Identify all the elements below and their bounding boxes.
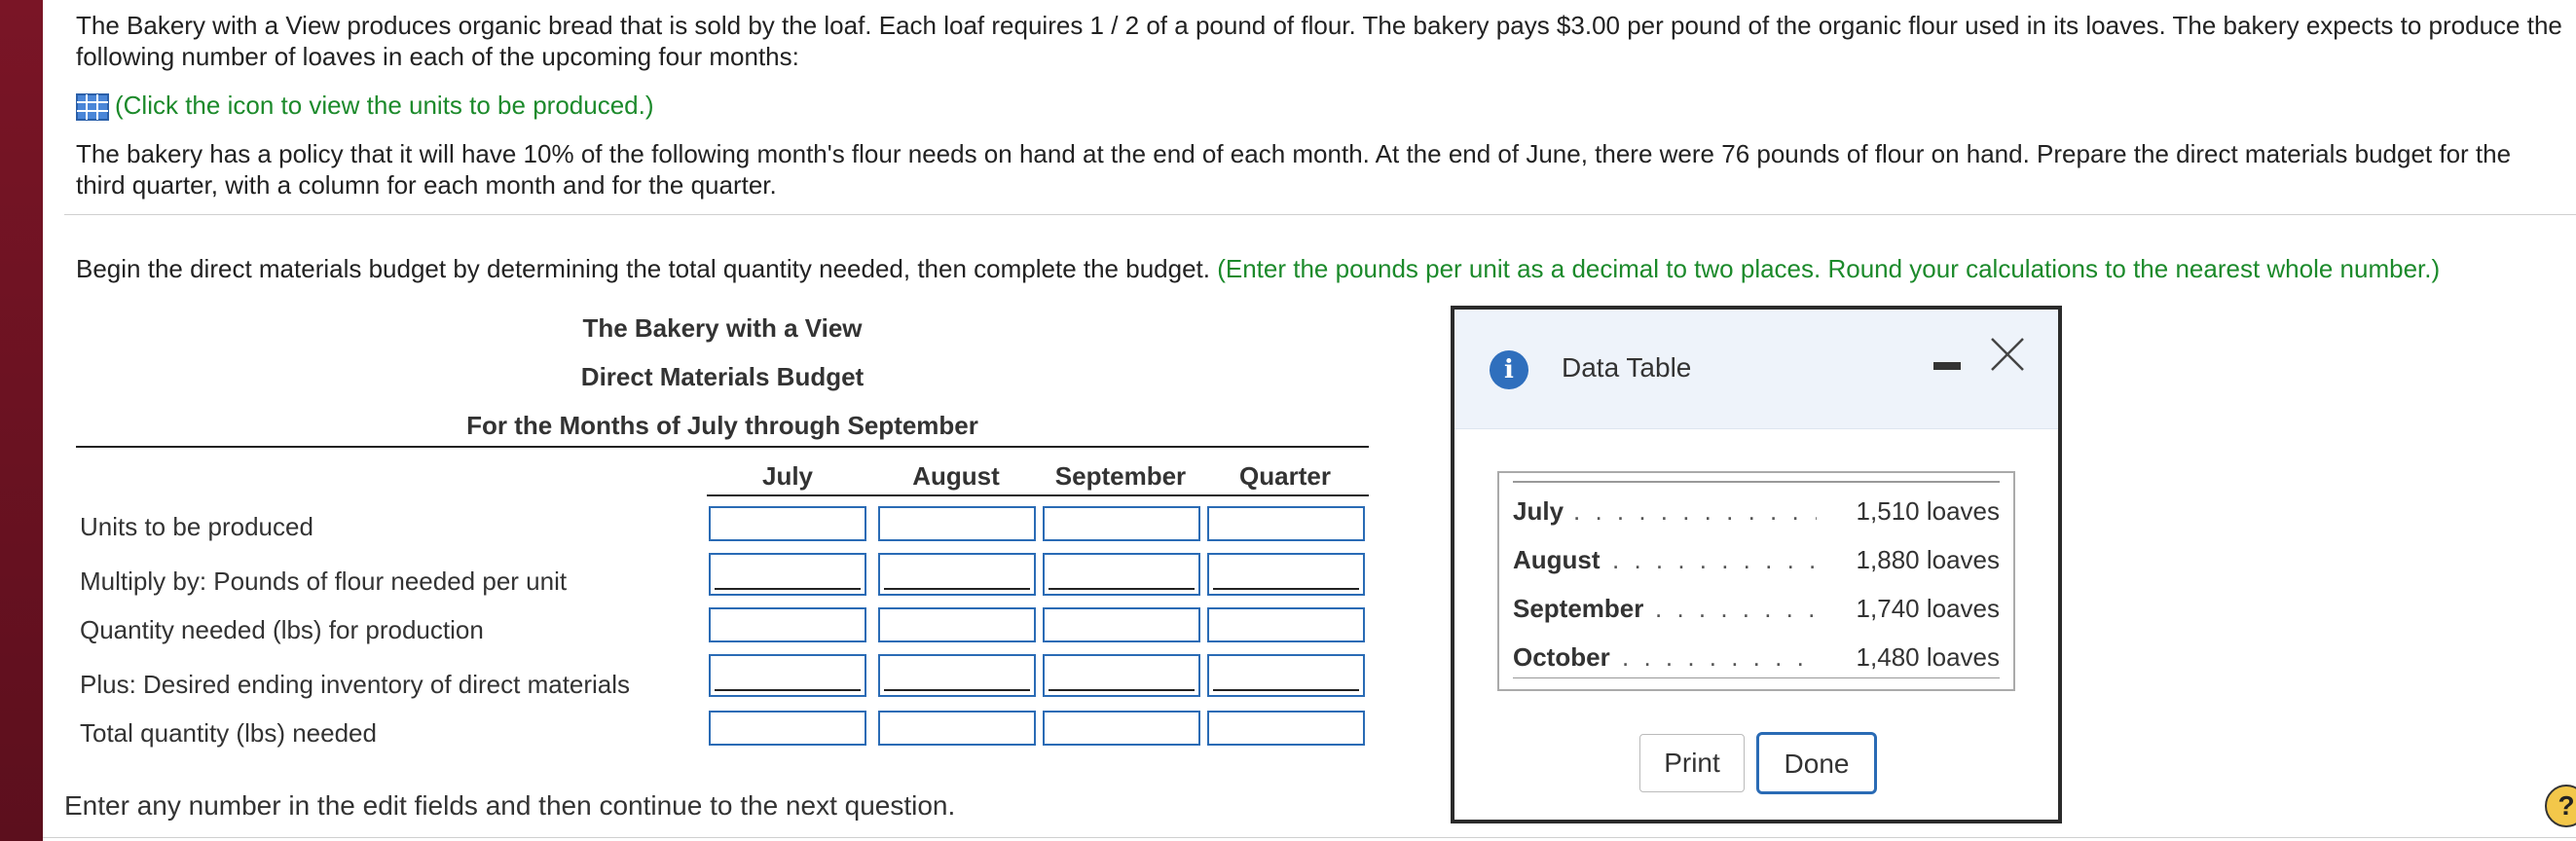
table-row: September . . . . . . . . . . . . . 1,74…: [1513, 594, 2000, 633]
col-header-july: July: [761, 461, 814, 491]
budget-period: For the Months of July through September: [466, 411, 978, 440]
footer-rule: [43, 837, 2576, 838]
input-qty-needed-august[interactable]: [878, 607, 1036, 642]
month-label: July: [1513, 496, 1564, 526]
input-total-qty-august[interactable]: [878, 711, 1036, 746]
budget-top-rule: [76, 446, 1369, 448]
month-label: September: [1513, 594, 1644, 623]
row-label-pounds-per-unit: Multiply by: Pounds of flour needed per …: [80, 567, 568, 596]
table-row: August . . . . . . . . . . . . . . . . .…: [1513, 545, 2000, 584]
close-icon[interactable]: [1988, 335, 2027, 374]
data-table-modal: i Data Table July . . . . . . . . . . . …: [1451, 306, 2062, 823]
modal-title: Data Table: [1562, 352, 1692, 383]
instruction-hint: (Enter the pounds per unit as a decimal …: [1217, 254, 2441, 283]
done-button[interactable]: Done: [1756, 732, 1877, 794]
row-label-quantity-needed: Quantity needed (lbs) for production: [80, 615, 484, 644]
policy-line-2: third quarter, with a column for each mo…: [76, 170, 777, 200]
input-lbs-per-unit-quarter[interactable]: [1207, 553, 1365, 596]
leader-dots: . . . . . . . . . . . . . . .: [1622, 642, 1817, 672]
input-total-qty-september[interactable]: [1043, 711, 1200, 746]
table-bottom-rule: [1513, 677, 2000, 678]
info-icon: i: [1490, 350, 1528, 389]
instruction: Begin the direct materials budget by det…: [76, 253, 2568, 284]
table-top-rule: [1513, 481, 2000, 483]
units-data-table: July . . . . . . . . . . . . . . . . . .…: [1497, 471, 2015, 691]
input-ending-inv-quarter[interactable]: [1207, 654, 1365, 697]
month-value: 1,880 loaves: [1856, 545, 2000, 574]
month-value: 1,740 loaves: [1856, 594, 2000, 623]
row-label-desired-ending: Plus: Desired ending inventory of direct…: [80, 670, 631, 699]
month-value: 1,510 loaves: [1856, 496, 2000, 526]
col-header-quarter: Quarter: [1239, 461, 1331, 491]
divider: [64, 214, 2576, 215]
leader-dots: . . . . . . . . . . . . .: [1655, 594, 1817, 623]
col-header-august: August: [912, 461, 1000, 491]
header-rule: [707, 494, 1369, 496]
footer-instruction: Enter any number in the edit fields and …: [64, 790, 956, 821]
units-link[interactable]: (Click the icon to view the units to be …: [76, 90, 654, 122]
input-lbs-per-unit-august[interactable]: [878, 553, 1036, 596]
row-label-total-quantity: Total quantity (lbs) needed: [80, 718, 377, 748]
help-button[interactable]: ?: [2545, 785, 2576, 827]
intro-line-1: The Bakery with a View produces organic …: [76, 11, 2562, 40]
month-label: August: [1513, 545, 1601, 574]
minimize-icon[interactable]: [1933, 362, 1961, 370]
input-units-august[interactable]: [878, 506, 1036, 541]
table-row: October . . . . . . . . . . . . . . . 1,…: [1513, 642, 2000, 681]
input-qty-needed-quarter[interactable]: [1207, 607, 1365, 642]
input-qty-needed-september[interactable]: [1043, 607, 1200, 642]
left-sidebar: [0, 0, 43, 841]
input-ending-inv-august[interactable]: [878, 654, 1036, 697]
input-lbs-per-unit-july[interactable]: [709, 553, 866, 596]
input-ending-inv-september[interactable]: [1043, 654, 1200, 697]
modal-header: i Data Table: [1454, 310, 2058, 429]
input-total-qty-july[interactable]: [709, 711, 866, 746]
policy-text: The bakery has a policy that it will hav…: [76, 138, 2568, 201]
print-button[interactable]: Print: [1639, 734, 1745, 792]
instruction-text: Begin the direct materials budget by det…: [76, 254, 1218, 283]
leader-dots: . . . . . . . . . . . . . . . . . . . .: [1573, 496, 1817, 526]
input-total-qty-quarter[interactable]: [1207, 711, 1365, 746]
input-lbs-per-unit-september[interactable]: [1043, 553, 1200, 596]
input-ending-inv-july[interactable]: [709, 654, 866, 697]
input-units-july[interactable]: [709, 506, 866, 541]
leader-dots: . . . . . . . . . . . . . . . . .: [1612, 545, 1817, 574]
input-units-september[interactable]: [1043, 506, 1200, 541]
problem-intro: The Bakery with a View produces organic …: [76, 10, 2568, 72]
units-link-text[interactable]: (Click the icon to view the units to be …: [115, 91, 654, 120]
input-qty-needed-july[interactable]: [709, 607, 866, 642]
budget-company: The Bakery with a View: [582, 313, 863, 343]
col-header-september: September: [1054, 461, 1187, 491]
table-grid-icon[interactable]: [76, 93, 109, 122]
month-value: 1,480 loaves: [1856, 642, 2000, 672]
table-row: July . . . . . . . . . . . . . . . . . .…: [1513, 496, 2000, 535]
input-units-quarter[interactable]: [1207, 506, 1365, 541]
policy-line-1: The bakery has a policy that it will hav…: [76, 139, 2512, 168]
budget-title: Direct Materials Budget: [580, 362, 865, 391]
intro-line-2: following number of loaves in each of th…: [76, 42, 799, 71]
month-label: October: [1513, 642, 1610, 672]
row-label-units: Units to be produced: [80, 512, 313, 541]
